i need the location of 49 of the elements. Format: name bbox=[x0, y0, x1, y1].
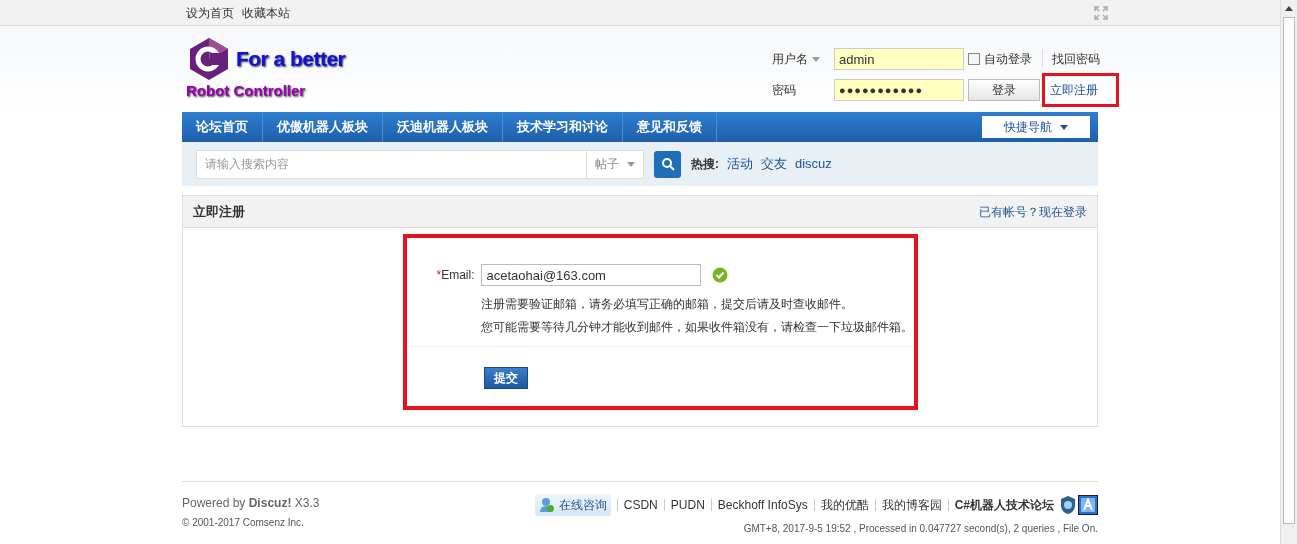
scrollbar-thumb[interactable] bbox=[1283, 17, 1295, 524]
footer-link[interactable]: 我的博客园 bbox=[881, 496, 942, 514]
help-text: 您可能需要等待几分钟才能收到邮件，如果收件箱没有，请检查一下垃圾邮件箱。 bbox=[480, 319, 913, 336]
search-type-select[interactable]: 帖子 bbox=[587, 149, 644, 179]
copyright-text: © 2001-2017 Comsenz Inc. bbox=[182, 516, 305, 530]
footer-link[interactable]: CSDN bbox=[623, 496, 658, 514]
quick-nav-button[interactable]: 快捷导航 bbox=[982, 116, 1090, 138]
logo-text: Robot Controller bbox=[186, 81, 307, 101]
username-label[interactable]: 用户名 bbox=[770, 50, 834, 68]
caret-icon bbox=[812, 56, 820, 62]
hot-search-link[interactable]: 活动 bbox=[727, 154, 753, 174]
auto-login-label: 自动登录 bbox=[984, 51, 1032, 68]
top-link[interactable]: 设为首页 bbox=[186, 3, 234, 22]
search-button[interactable] bbox=[654, 150, 681, 178]
letter-badge-icon[interactable] bbox=[1078, 495, 1098, 515]
logo-text: For a better bbox=[236, 46, 346, 73]
email-label: *Email: bbox=[435, 267, 475, 284]
login-link[interactable]: 已有帐号？现在登录 bbox=[979, 202, 1087, 221]
footer-link[interactable]: 我的优酷 bbox=[820, 496, 869, 514]
search-field[interactable]: 请输入搜索内容 bbox=[196, 149, 587, 179]
help-text: 注册需要验证邮箱，请务必填写正确的邮箱，提交后请及时查收邮件。 bbox=[480, 296, 853, 313]
top-link[interactable]: 收藏本站 bbox=[242, 3, 290, 22]
panel-title: 立即注册 bbox=[193, 202, 245, 221]
hot-search-link[interactable]: discuz bbox=[795, 154, 832, 174]
hot-search-label: 热搜: bbox=[691, 156, 719, 173]
password-field[interactable]: ●●●●●●●●●●● bbox=[834, 79, 964, 101]
hot-search-link[interactable]: 交友 bbox=[761, 154, 787, 174]
online-consult-button[interactable]: 在线咨询 bbox=[534, 494, 611, 516]
caret-icon bbox=[1060, 124, 1068, 130]
forgot-password-link[interactable]: 找回密码 bbox=[1042, 50, 1122, 68]
scrollbar[interactable] bbox=[1280, 0, 1297, 544]
logo[interactable]: For a better Robot Controller bbox=[182, 36, 346, 103]
auto-login-checkbox[interactable] bbox=[968, 53, 980, 65]
submit-button[interactable]: 提交 bbox=[483, 367, 528, 389]
powered-by-text: Powered by Discuz! X3.3 bbox=[182, 495, 320, 512]
stats-text: GMT+8, 2017-9-5 19:52 , Processed in 0.047727 second(s), 2 queries , File On. bbox=[743, 522, 1098, 536]
email-field[interactable]: acetaohai@163.com bbox=[480, 264, 701, 286]
site-name: C#机器人技术论坛 bbox=[954, 497, 1054, 514]
scroll-up-icon[interactable] bbox=[1285, 6, 1293, 11]
search-icon bbox=[660, 157, 675, 171]
footer-link[interactable]: PUDN bbox=[670, 496, 705, 514]
footer-link[interactable]: Beckhoff InfoSys bbox=[717, 496, 808, 514]
login-button[interactable]: 登录 bbox=[968, 79, 1040, 101]
register-link[interactable]: 立即注册 bbox=[1050, 81, 1098, 99]
username-field[interactable]: admin bbox=[834, 48, 964, 70]
shield-icon[interactable] bbox=[1060, 495, 1076, 515]
caret-icon bbox=[627, 161, 635, 167]
password-label: 密码 bbox=[771, 82, 797, 99]
person-check-icon bbox=[538, 497, 555, 513]
